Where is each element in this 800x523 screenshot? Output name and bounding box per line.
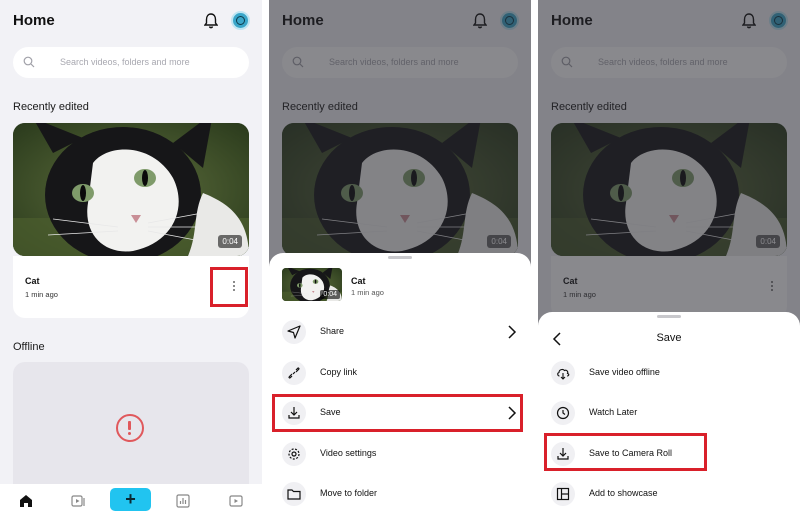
bell-icon[interactable] [204, 13, 218, 29]
video-name: Cat [25, 276, 40, 286]
menu-item-save-video-offline[interactable]: Save video offline [538, 357, 800, 389]
save-options-screen: Home Search videos, folders and more Rec… [538, 0, 800, 523]
video-options-sheet: 0:04 Cat 1 min ago Share Copy link Save … [269, 253, 531, 523]
page-title: Home [13, 12, 55, 29]
menu-item-copy-link[interactable]: Copy link [269, 357, 531, 389]
divider [531, 0, 538, 523]
clock-icon [556, 406, 570, 420]
menu-label: Save video offline [589, 367, 660, 377]
menu-item-add-to-showcase[interactable]: Add to showcase [538, 478, 800, 510]
menu-item-watch-later[interactable]: Watch Later [538, 397, 800, 429]
showcase-icon [556, 487, 570, 501]
share-icon [287, 325, 301, 339]
chevron-right-icon [508, 325, 517, 339]
cat-thumbnail-image [13, 123, 249, 256]
create-button[interactable]: + [110, 488, 151, 511]
sheet-title: Save [656, 332, 682, 344]
menu-label: Move to folder [320, 488, 378, 498]
folder-icon [287, 489, 301, 500]
section-title-offline: Offline [13, 341, 45, 353]
offline-empty-card [13, 362, 249, 492]
gear-icon [288, 448, 300, 460]
sheet-grabber[interactable] [388, 256, 412, 259]
menu-label: Share [320, 326, 345, 336]
menu-item-video-settings[interactable]: Video settings [269, 438, 531, 470]
search-bar[interactable]: Search videos, folders and more [13, 47, 249, 78]
menu-item-share[interactable]: Share [269, 316, 531, 348]
menu-label: Copy link [320, 367, 358, 377]
section-title-recently-edited: Recently edited [13, 101, 89, 113]
alert-icon [116, 414, 144, 442]
menu-label: Video settings [320, 448, 377, 458]
video-card[interactable]: Cat 1 min ago [13, 256, 249, 318]
highlight-save [272, 394, 523, 432]
sheet-video-thumbnail: 0:04 [282, 268, 342, 301]
video-time: 1 min ago [25, 290, 58, 299]
sheet-video-time: 1 min ago [351, 288, 384, 297]
search-icon [23, 56, 35, 68]
tab-bar: + [0, 484, 262, 523]
videos-icon[interactable] [71, 494, 85, 508]
video-options-screen: Home Search videos, folders and more Rec… [269, 0, 531, 523]
highlight-more-options [210, 267, 248, 307]
sheet-video-name: Cat [351, 276, 366, 286]
sheet-video-duration: 0:04 [320, 290, 340, 299]
menu-label: Add to showcase [589, 488, 658, 498]
link-icon [288, 367, 300, 379]
home-screen: Home Search videos, folders and more Rec… [0, 0, 262, 523]
save-options-sheet: Save Save video offline Watch Later Save… [538, 312, 800, 523]
cloud-download-icon [557, 368, 570, 380]
home-icon[interactable] [19, 494, 33, 508]
video-thumbnail[interactable]: 0:04 [13, 123, 249, 256]
video-duration: 0:04 [218, 235, 242, 248]
sheet-grabber[interactable] [657, 315, 681, 318]
search-placeholder: Search videos, folders and more [60, 57, 190, 67]
menu-item-move-to-folder[interactable]: Move to folder [269, 478, 531, 510]
showcase-icon[interactable] [229, 494, 243, 508]
highlight-save-to-camera-roll [544, 433, 707, 471]
menu-label: Watch Later [589, 407, 638, 417]
analytics-icon[interactable] [176, 494, 190, 508]
avatar[interactable] [231, 11, 250, 30]
divider [262, 0, 269, 523]
